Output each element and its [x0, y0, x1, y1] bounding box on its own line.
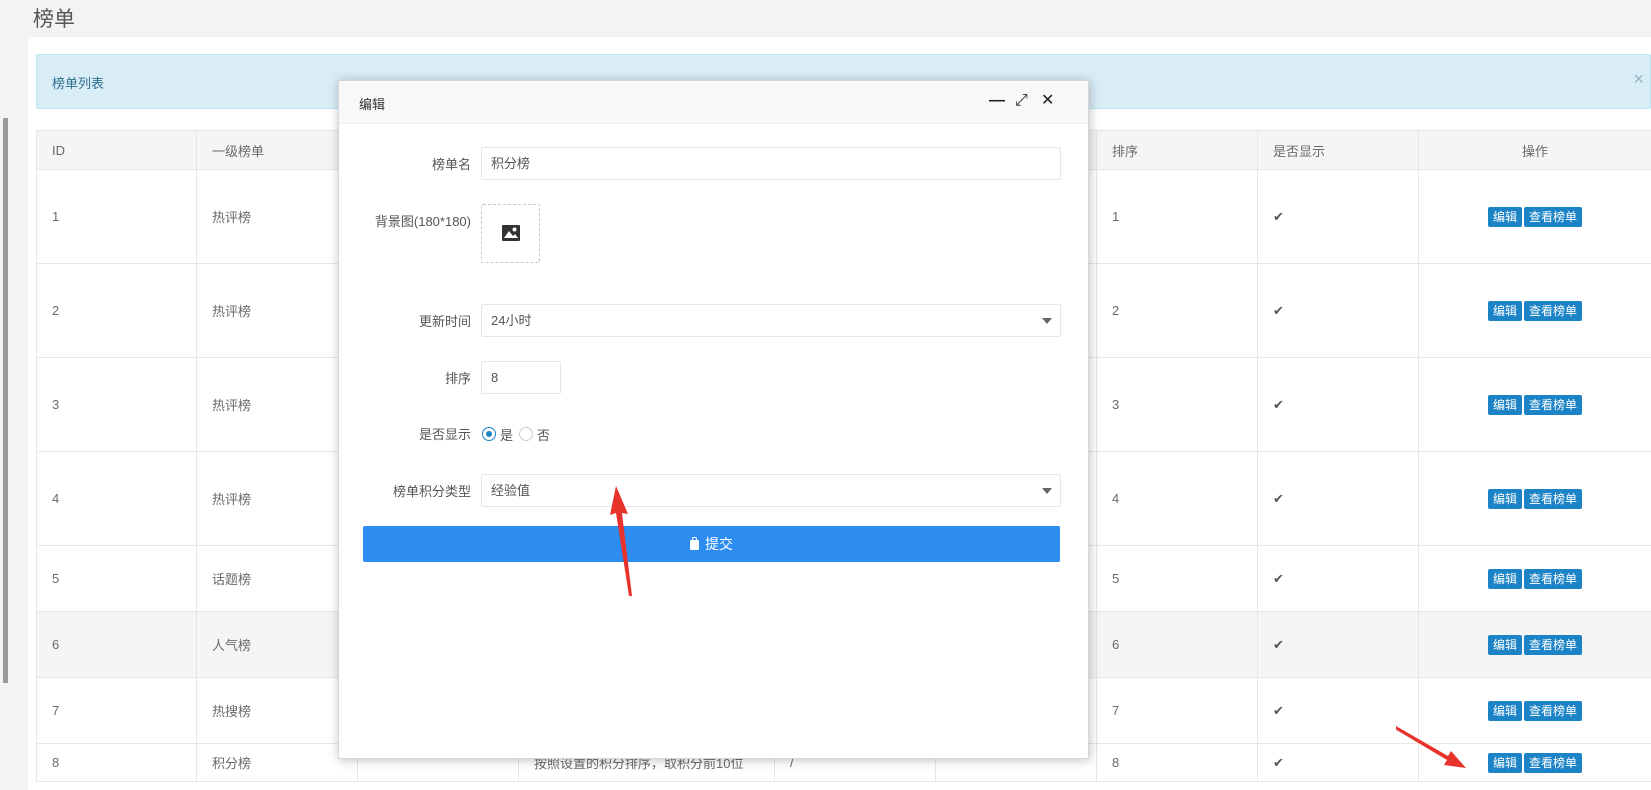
alert-text: 榜单列表 [52, 76, 105, 91]
cell-actions: 编辑 查看榜单 [1418, 677, 1651, 744]
cell-actions: 编辑 查看榜单 [1418, 169, 1651, 264]
cell-actions: 编辑 查看榜单 [1418, 451, 1651, 546]
cell-id: 1 [36, 169, 197, 264]
show-yes-radio[interactable] [482, 427, 496, 441]
check-icon: ✔ [1273, 702, 1284, 718]
close-icon[interactable]: ✕ [1041, 91, 1054, 111]
maximize-icon[interactable]: ⤢ [1015, 91, 1028, 111]
image-icon [502, 225, 520, 241]
score-type-label: 榜单积分类型 [392, 484, 471, 499]
view-ranking-button[interactable]: 查看榜单 [1524, 634, 1583, 655]
edit-button[interactable]: 编辑 [1487, 634, 1522, 655]
view-ranking-button[interactable]: 查看榜单 [1524, 206, 1583, 227]
view-ranking-button[interactable]: 查看榜单 [1524, 488, 1583, 509]
cell-sort: 8 [1096, 743, 1258, 782]
col-header-shown[interactable]: 是否显示 [1257, 130, 1419, 170]
bg-image-upload[interactable] [481, 204, 540, 263]
cell-actions: 编辑 查看榜单 [1418, 357, 1651, 452]
cell-primary: 积分榜 [196, 743, 358, 782]
cell-shown: ✔ [1257, 451, 1419, 546]
left-scrollbar[interactable] [3, 118, 8, 683]
cell-id: 8 [36, 743, 197, 782]
check-icon: ✔ [1273, 208, 1284, 224]
edit-button[interactable]: 编辑 [1487, 206, 1522, 227]
bg-image-label: 背景图(180*180) [374, 214, 471, 229]
page-title: 榜单 [33, 7, 75, 31]
view-ranking-button[interactable]: 查看榜单 [1524, 568, 1583, 589]
show-yes-label[interactable]: 是 [500, 425, 513, 444]
edit-button[interactable]: 编辑 [1487, 752, 1522, 773]
check-icon: ✔ [1273, 302, 1284, 318]
view-ranking-button[interactable]: 查看榜单 [1524, 752, 1583, 773]
sort-label: 排序 [444, 371, 471, 386]
cell-id: 5 [36, 545, 197, 612]
cell-shown: ✔ [1257, 263, 1419, 358]
edit-button[interactable]: 编辑 [1487, 300, 1522, 321]
cell-shown: ✔ [1257, 677, 1419, 744]
cell-sort: 1 [1096, 169, 1258, 264]
cell-sort: 2 [1096, 263, 1258, 358]
col-header-actions: 操作 [1418, 130, 1651, 170]
cell-primary: 话题榜 [196, 545, 358, 612]
update-time-label: 更新时间 [418, 314, 471, 329]
show-no-label[interactable]: 否 [537, 425, 550, 444]
dialog-title: 编辑 [359, 97, 386, 112]
score-type-select[interactable]: 经验值 [481, 474, 1061, 507]
alert-close-icon[interactable]: × [1633, 69, 1644, 90]
cell-actions: 编辑 查看榜单 [1418, 545, 1651, 612]
edit-button[interactable]: 编辑 [1487, 488, 1522, 509]
name-label: 榜单名 [431, 157, 471, 172]
cell-primary: 热搜榜 [196, 677, 358, 744]
check-icon: ✔ [1273, 636, 1284, 652]
show-no-radio[interactable] [519, 427, 533, 441]
col-header-sort[interactable]: 排序 [1096, 130, 1258, 170]
cell-id: 7 [36, 677, 197, 744]
shopping-bag-icon [690, 537, 699, 550]
cell-id: 4 [36, 451, 197, 546]
check-icon: ✔ [1273, 396, 1284, 412]
chevron-down-icon [1042, 488, 1052, 494]
cell-shown: ✔ [1257, 169, 1419, 264]
cell-actions: 编辑 查看榜单 [1418, 611, 1651, 678]
cell-sort: 4 [1096, 451, 1258, 546]
submit-label: 提交 [705, 536, 733, 552]
check-icon: ✔ [1273, 570, 1284, 586]
check-icon: ✔ [1273, 490, 1284, 506]
col-header-id[interactable]: ID [36, 130, 197, 170]
cell-id: 2 [36, 263, 197, 358]
name-input[interactable]: 积分榜 [481, 147, 1061, 180]
cell-actions: 编辑 查看榜单 [1418, 263, 1651, 358]
submit-button[interactable]: 提交 [363, 526, 1060, 562]
show-label: 是否显示 [418, 427, 471, 442]
update-time-select[interactable]: 24小时 [481, 304, 1061, 337]
cell-shown: ✔ [1257, 545, 1419, 612]
title-bar [28, 0, 1651, 37]
cell-sort: 7 [1096, 677, 1258, 744]
edit-button[interactable]: 编辑 [1487, 394, 1522, 415]
dialog-header[interactable]: 编辑 — ⤢ ✕ [339, 81, 1088, 124]
edit-button[interactable]: 编辑 [1487, 568, 1522, 589]
cell-id: 3 [36, 357, 197, 452]
cell-sort: 3 [1096, 357, 1258, 452]
view-ranking-button[interactable]: 查看榜单 [1524, 394, 1583, 415]
edit-dialog: 编辑 — ⤢ ✕ 榜单名 积分榜 背景图(180*180) 更新时间 24小时 … [338, 80, 1089, 759]
chevron-down-icon [1042, 318, 1052, 324]
check-icon: ✔ [1273, 754, 1284, 770]
edit-button[interactable]: 编辑 [1487, 700, 1522, 721]
cell-sort: 6 [1096, 611, 1258, 678]
cell-id: 6 [36, 611, 197, 678]
cell-shown: ✔ [1257, 743, 1419, 782]
cell-primary: 人气榜 [196, 611, 358, 678]
view-ranking-button[interactable]: 查看榜单 [1524, 700, 1583, 721]
cell-sort: 5 [1096, 545, 1258, 612]
score-type-value: 经验值 [491, 483, 531, 498]
sort-input[interactable]: 8 [481, 361, 561, 394]
cell-actions: 编辑 查看榜单 [1418, 743, 1651, 782]
view-ranking-button[interactable]: 查看榜单 [1524, 300, 1583, 321]
cell-shown: ✔ [1257, 357, 1419, 452]
update-time-value: 24小时 [491, 313, 532, 328]
minimize-icon[interactable]: — [989, 91, 1005, 111]
cell-shown: ✔ [1257, 611, 1419, 678]
